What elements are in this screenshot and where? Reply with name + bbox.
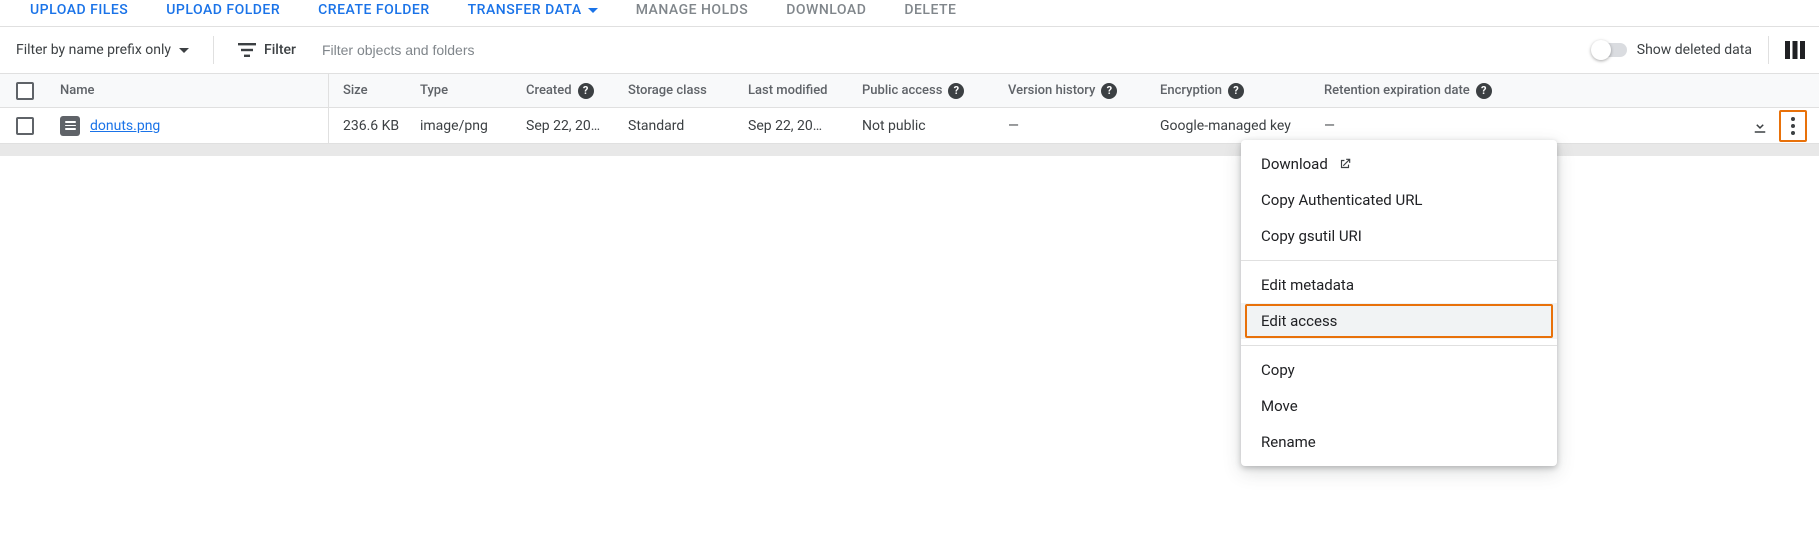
- row-checkbox[interactable]: [16, 117, 34, 135]
- manage-holds-button[interactable]: MANAGE HOLDS: [636, 2, 749, 18]
- col-public-access-label: Public access: [862, 83, 942, 98]
- col-created[interactable]: Created ?: [526, 74, 628, 107]
- filter-toggle[interactable]: Filter: [238, 42, 296, 58]
- row-retention: —: [1324, 108, 1751, 143]
- delete-button[interactable]: DELETE: [904, 2, 956, 18]
- col-encryption[interactable]: Encryption ?: [1160, 74, 1324, 107]
- more-actions-highlight: [1779, 110, 1807, 142]
- menu-download-label: Download: [1261, 155, 1328, 173]
- open-in-new-icon: [1338, 157, 1352, 171]
- col-type[interactable]: Type: [420, 74, 526, 107]
- menu-copy-auth-url[interactable]: Copy Authenticated URL: [1241, 182, 1557, 218]
- divider: [1768, 36, 1769, 64]
- col-storage-class[interactable]: Storage class: [628, 74, 748, 107]
- upload-files-button[interactable]: UPLOAD FILES: [30, 2, 128, 18]
- create-folder-button[interactable]: CREATE FOLDER: [318, 2, 429, 18]
- table-row: donuts.png 236.6 KB image/png Sep 22, 20…: [0, 108, 1819, 144]
- transfer-data-label: TRANSFER DATA: [468, 2, 582, 18]
- row-last-modified: Sep 22, 20…: [748, 108, 862, 143]
- menu-copy[interactable]: Copy: [1241, 352, 1557, 388]
- row-storage-class: Standard: [628, 108, 748, 143]
- row-actions: [1751, 110, 1807, 142]
- row-name-cell: donuts.png: [60, 116, 328, 136]
- menu-edit-access[interactable]: Edit access: [1241, 303, 1557, 339]
- filter-label: Filter: [264, 42, 296, 58]
- filter-mode-dropdown[interactable]: Filter by name prefix only: [16, 42, 189, 58]
- chevron-down-icon: [179, 48, 189, 53]
- filter-input[interactable]: [320, 41, 1573, 59]
- col-retention[interactable]: Retention expiration date ?: [1324, 74, 1751, 107]
- row-size: 236.6 KB: [328, 108, 420, 143]
- filter-right: Show deleted data: [1593, 36, 1805, 64]
- menu-copy-gsutil[interactable]: Copy gsutil URI: [1241, 218, 1557, 254]
- upload-folder-button[interactable]: UPLOAD FOLDER: [166, 2, 280, 18]
- filter-icon: [238, 43, 256, 57]
- help-icon[interactable]: ?: [1228, 83, 1244, 99]
- menu-separator: [1241, 260, 1557, 261]
- menu-separator: [1241, 345, 1557, 346]
- row-version-history: —: [1008, 108, 1160, 143]
- filter-mode-label: Filter by name prefix only: [16, 42, 171, 58]
- col-encryption-label: Encryption: [1160, 83, 1222, 98]
- select-all-cell: [16, 82, 60, 100]
- menu-edit-metadata[interactable]: Edit metadata: [1241, 267, 1557, 303]
- menu-edit-access-label: Edit access: [1261, 312, 1337, 330]
- action-bar: UPLOAD FILES UPLOAD FOLDER CREATE FOLDER…: [30, 0, 1819, 26]
- col-created-label: Created: [526, 83, 572, 98]
- file-name-label[interactable]: donuts.png: [90, 118, 160, 134]
- row-select-cell: [16, 117, 60, 135]
- more-actions-icon[interactable]: [1784, 114, 1802, 138]
- col-version-history[interactable]: Version history ?: [1008, 74, 1160, 107]
- col-name[interactable]: Name: [60, 74, 328, 107]
- row-public-access: Not public: [862, 108, 1008, 143]
- transfer-data-button[interactable]: TRANSFER DATA: [468, 2, 598, 18]
- show-deleted-label: Show deleted data: [1637, 42, 1752, 58]
- show-deleted-toggle[interactable]: Show deleted data: [1593, 42, 1752, 58]
- menu-download[interactable]: Download: [1241, 146, 1557, 182]
- toggle-switch[interactable]: [1593, 43, 1627, 57]
- help-icon[interactable]: ?: [948, 83, 964, 99]
- col-version-history-label: Version history: [1008, 83, 1095, 98]
- help-icon[interactable]: ?: [1476, 83, 1492, 99]
- filter-left: Filter by name prefix only Filter: [16, 36, 1573, 64]
- filter-bar: Filter by name prefix only Filter Show d…: [0, 26, 1819, 74]
- menu-rename[interactable]: Rename: [1241, 424, 1557, 460]
- col-size[interactable]: Size: [328, 74, 420, 107]
- col-public-access[interactable]: Public access ?: [862, 74, 1008, 107]
- row-type: image/png: [420, 108, 526, 143]
- divider: [213, 36, 214, 64]
- table-header: Name Size Type Created ? Storage class L…: [0, 74, 1819, 108]
- file-link[interactable]: donuts.png: [60, 116, 328, 136]
- column-layout-icon[interactable]: [1785, 41, 1805, 59]
- row-created: Sep 22, 20…: [526, 108, 628, 143]
- download-button[interactable]: DOWNLOAD: [786, 2, 866, 18]
- file-icon: [60, 116, 80, 136]
- chevron-down-icon: [588, 8, 598, 13]
- select-all-checkbox[interactable]: [16, 82, 34, 100]
- download-icon[interactable]: [1751, 116, 1769, 136]
- help-icon[interactable]: ?: [1101, 83, 1117, 99]
- col-retention-label: Retention expiration date: [1324, 83, 1470, 98]
- menu-move[interactable]: Move: [1241, 388, 1557, 424]
- context-menu: Download Copy Authenticated URL Copy gsu…: [1241, 140, 1557, 466]
- col-last-modified[interactable]: Last modified: [748, 74, 862, 107]
- row-encryption: Google-managed key: [1160, 108, 1324, 143]
- help-icon[interactable]: ?: [578, 83, 594, 99]
